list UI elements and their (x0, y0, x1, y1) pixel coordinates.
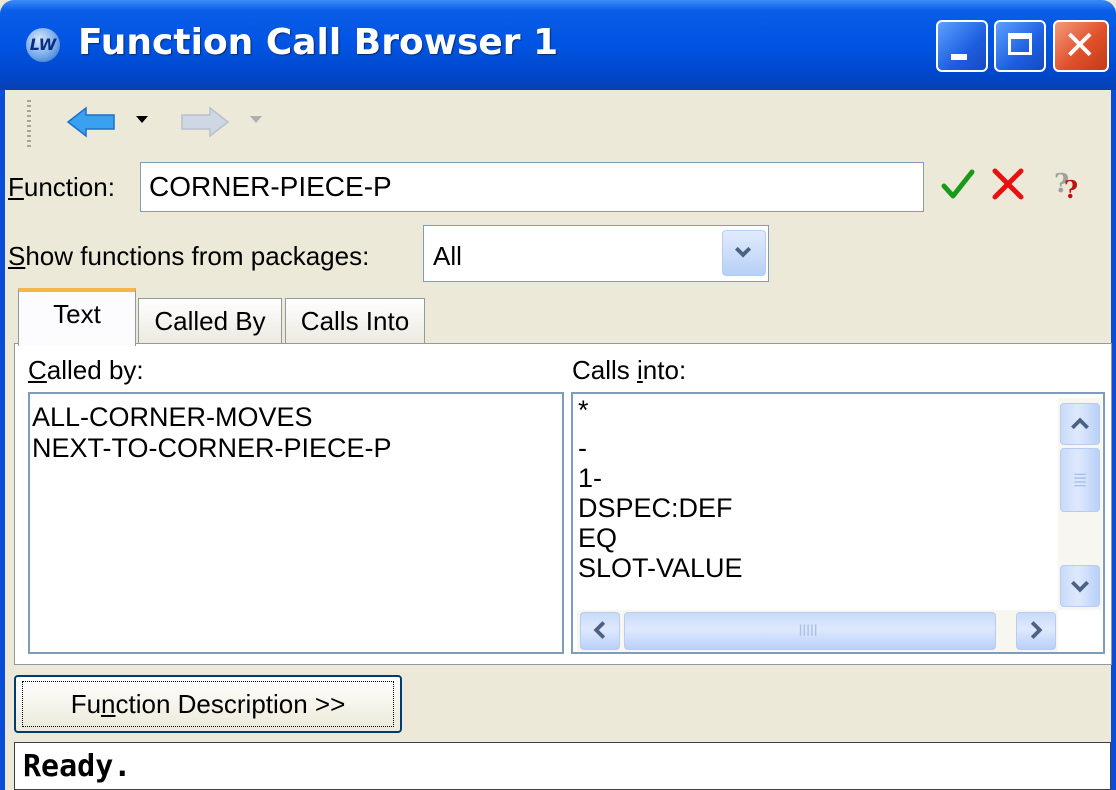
chevron-up-icon (1071, 417, 1089, 430)
function-label-text: unction: (23, 172, 115, 202)
function-label-mnemonic: F (8, 172, 24, 202)
packages-select[interactable] (423, 225, 769, 282)
chevron-down-icon (735, 246, 752, 258)
horizontal-scroll-thumb[interactable] (624, 612, 996, 650)
list-item[interactable]: NEXT-TO-CORNER-PIECE-P (32, 433, 560, 464)
list-item[interactable]: DSPEC:DEF (578, 493, 1058, 523)
function-label: Function: (8, 172, 115, 203)
calls-into-label: Calls into: (572, 355, 686, 386)
help-glyph-front: ? (1064, 175, 1078, 204)
toolbar-grip[interactable] (27, 100, 31, 148)
forward-arrow-icon[interactable] (180, 106, 230, 138)
function-input[interactable]: CORNER-PIECE-P (140, 162, 924, 212)
scroll-down-button[interactable] (1060, 565, 1100, 607)
scroll-up-button[interactable] (1060, 403, 1100, 445)
list-item[interactable]: SLOT-VALUE (578, 553, 1058, 583)
status-bar: Ready. (14, 742, 1111, 790)
maximize-icon (1008, 33, 1032, 55)
window-title: Function Call Browser 1 (78, 22, 559, 63)
list-item[interactable]: EQ (578, 523, 1058, 553)
called-by-label: Called by: (28, 355, 144, 386)
minimize-icon (951, 54, 967, 60)
list-item[interactable]: - (578, 433, 1058, 463)
called-by-list[interactable]: ALL-CORNER-MOVES NEXT-TO-CORNER-PIECE-P (28, 392, 564, 654)
grip-lines-icon (799, 624, 817, 636)
chevron-down-icon (1071, 580, 1089, 593)
chevron-right-icon (1030, 621, 1043, 639)
calls-into-label-a: Calls (572, 355, 638, 385)
window-border-left (0, 90, 5, 790)
packages-label: Show functions from packages: (8, 241, 369, 272)
vertical-scroll-thumb[interactable] (1060, 448, 1100, 512)
tab-calls-into[interactable]: Calls Into (285, 298, 425, 344)
scroll-left-button[interactable] (580, 612, 620, 650)
called-by-mnemonic: C (28, 355, 47, 385)
back-arrow-icon[interactable] (66, 106, 116, 138)
grip-lines-icon (1074, 473, 1086, 487)
list-item[interactable]: 1- (578, 463, 1058, 493)
scroll-right-button[interactable] (1016, 612, 1056, 650)
packages-selected-value[interactable]: All (433, 241, 462, 272)
packages-label-text: how functions from packages: (25, 241, 370, 271)
calls-into-label-b: nto: (642, 355, 687, 385)
tab-text[interactable]: Text (18, 288, 136, 346)
back-dropdown-icon[interactable] (136, 116, 148, 124)
minimize-button[interactable] (936, 20, 988, 72)
accept-check-icon[interactable] (940, 166, 976, 202)
app-icon[interactable]: LW (26, 28, 60, 62)
tab-called-by[interactable]: Called By (138, 298, 282, 344)
focus-rectangle (22, 681, 394, 727)
list-item[interactable]: ALL-CORNER-MOVES (32, 402, 560, 433)
calls-into-items: * - 1- DSPEC:DEF EQ SLOT-VALUE (578, 395, 1058, 605)
chevron-left-icon (593, 621, 606, 639)
called-by-label-text: alled by: (46, 355, 144, 385)
help-icon[interactable]: ? ? (1040, 162, 1100, 210)
packages-dropdown-button[interactable] (722, 230, 766, 276)
packages-label-mnemonic: S (8, 241, 26, 271)
list-item[interactable]: * (578, 395, 1058, 425)
cancel-x-icon[interactable] (990, 166, 1026, 202)
close-button[interactable]: ✕ (1053, 20, 1109, 72)
close-icon: ✕ (1063, 23, 1097, 69)
forward-dropdown-icon[interactable] (250, 116, 262, 124)
maximize-button[interactable] (994, 20, 1046, 72)
